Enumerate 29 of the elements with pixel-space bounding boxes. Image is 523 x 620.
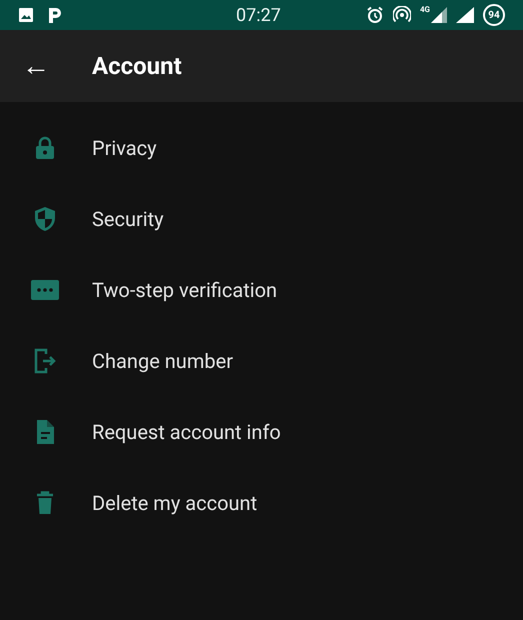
settings-item[interactable]: Security	[0, 183, 523, 254]
settings-item[interactable]: Delete my account	[0, 467, 523, 538]
mobile-signal-icon	[431, 6, 447, 24]
item-label: Delete my account	[92, 490, 258, 516]
battery-indicator: 94	[483, 4, 505, 26]
network-type: 4G	[420, 6, 430, 14]
trash-icon	[36, 490, 54, 514]
shield-icon	[34, 206, 56, 232]
item-label: Security	[92, 206, 164, 232]
password-dots-icon	[31, 280, 59, 300]
item-label: Change number	[92, 348, 233, 374]
settings-item[interactable]: Request account info	[0, 396, 523, 467]
hotspot-icon	[392, 6, 411, 24]
item-label: Privacy	[92, 134, 157, 162]
exit-arrow-icon	[34, 348, 56, 374]
signal-icon	[456, 6, 474, 24]
p-logo-icon	[48, 6, 62, 24]
alarm-icon	[366, 6, 384, 24]
image-icon	[18, 7, 34, 23]
settings-item[interactable]: Privacy	[0, 112, 523, 183]
document-icon	[35, 418, 55, 444]
lock-icon	[35, 136, 55, 160]
page-title: Account	[92, 51, 182, 82]
settings-item[interactable]: Two-step verification	[0, 254, 523, 325]
back-button[interactable]: ←	[20, 52, 52, 80]
settings-item[interactable]: Change number	[0, 325, 523, 396]
clock-time: 07:27	[236, 4, 281, 28]
item-label: Two-step verification	[92, 276, 278, 304]
item-label: Request account info	[92, 418, 281, 446]
